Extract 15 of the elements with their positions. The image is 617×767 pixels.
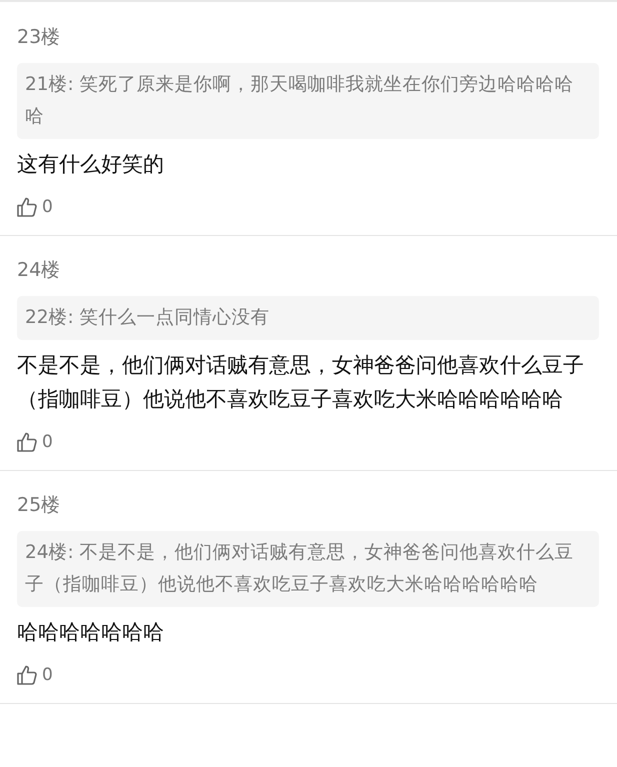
thumbs-up-icon[interactable] — [17, 197, 38, 217]
reply-text: 不是不是，他们俩对话贼有意思，女神爸爸问他喜欢什么豆子（指咖啡豆）他说他不喜欢吃豆子喜欢吃大米哈哈哈哈哈哈 — [17, 352, 585, 413]
quoted-reply: 21楼: 笑死了原来是你啊，那天喝咖啡我就坐在你们旁边哈哈哈哈哈 — [17, 63, 599, 139]
like-count: 0 — [42, 665, 53, 685]
quoted-reply: 22楼: 笑什么一点同情心没有 — [17, 296, 599, 340]
like-count: 0 — [42, 197, 53, 217]
floor-number: 23楼 — [17, 25, 60, 50]
floor-number: 25楼 — [17, 493, 60, 518]
like-count: 0 — [42, 432, 53, 452]
thumbs-up-icon[interactable] — [17, 665, 38, 685]
reply-text: 这有什么好笑的 — [17, 151, 165, 178]
floor-number: 24楼 — [17, 258, 60, 283]
reply-text: 哈哈哈哈哈哈哈 — [17, 619, 165, 646]
thumbs-up-icon[interactable] — [17, 432, 38, 452]
quoted-reply: 24楼: 不是不是，他们俩对话贼有意思，女神爸爸问他喜欢什么豆子（指咖啡豆）他说他不喜欢吃豆子喜欢吃大米哈哈哈哈哈哈 — [17, 531, 599, 607]
